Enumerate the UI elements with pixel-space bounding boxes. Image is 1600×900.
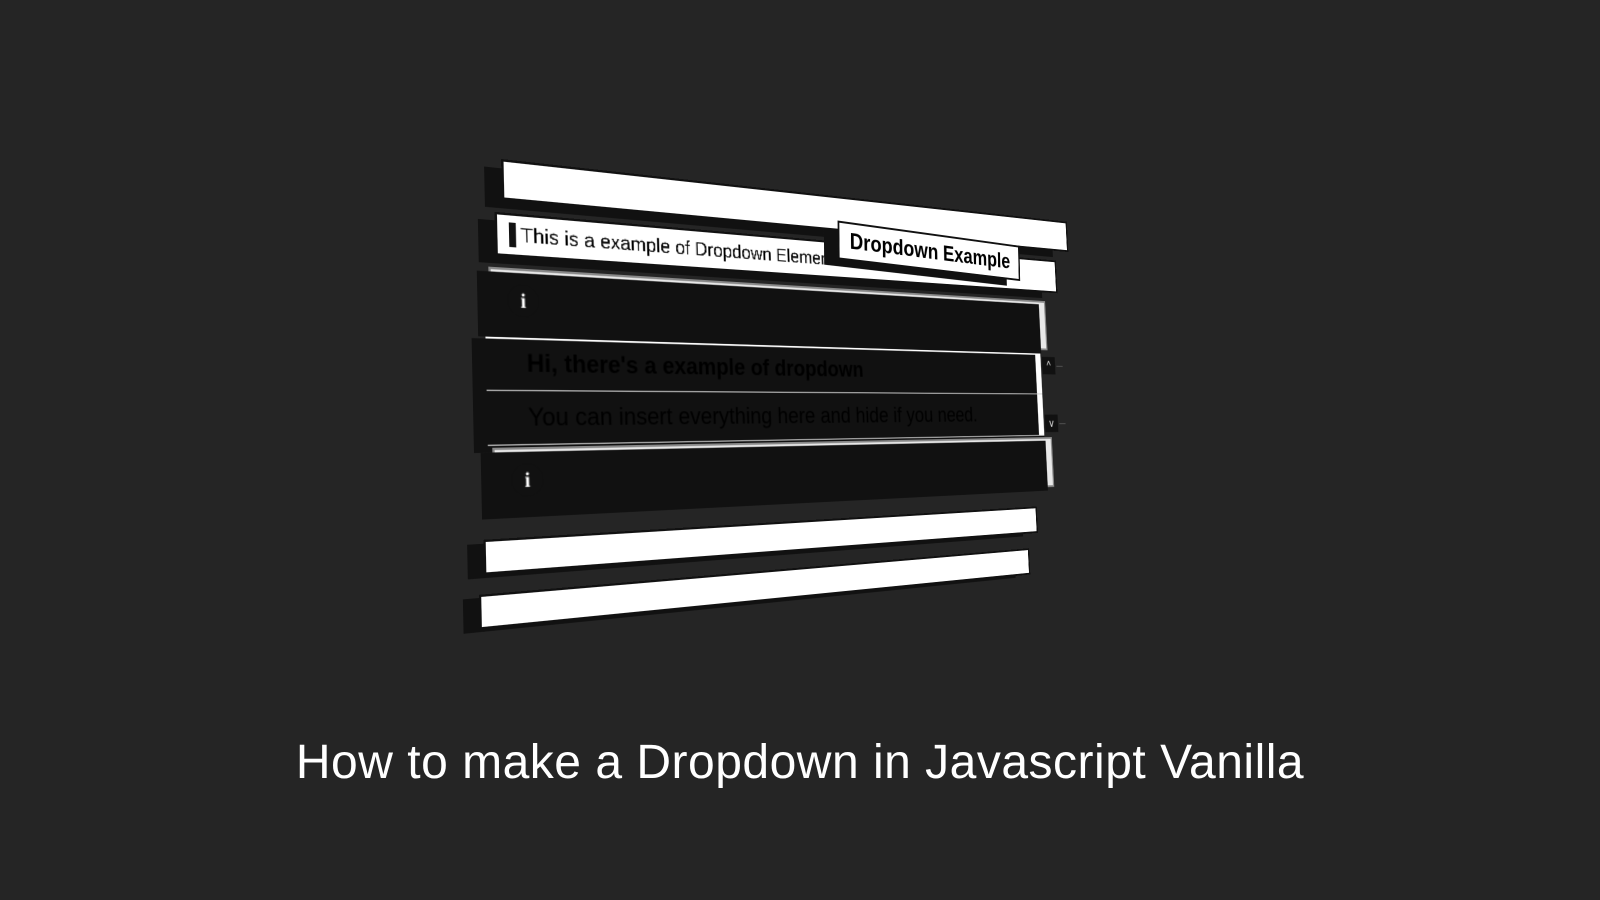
collapse-icon[interactable]: ^ xyxy=(1042,357,1056,375)
info-icon: i xyxy=(507,284,539,318)
page-caption: How to make a Dropdown in Javascript Van… xyxy=(0,735,1600,790)
dropdown-body-text: You can insert everything here and hide … xyxy=(528,403,978,433)
dropdown-header-2[interactable]: i xyxy=(492,437,1054,514)
stack-layer xyxy=(479,548,1030,629)
stack-layer xyxy=(483,506,1038,574)
dropdown-heading-text: Hi, there's a example of dropdown xyxy=(526,349,863,383)
text-marker-icon xyxy=(508,405,522,431)
dropdown-content-body: You can insert everything here and hide … xyxy=(487,391,1045,446)
info-icon: i xyxy=(511,463,544,497)
expand-icon[interactable]: v xyxy=(1045,415,1059,433)
text-marker-icon xyxy=(506,351,520,377)
